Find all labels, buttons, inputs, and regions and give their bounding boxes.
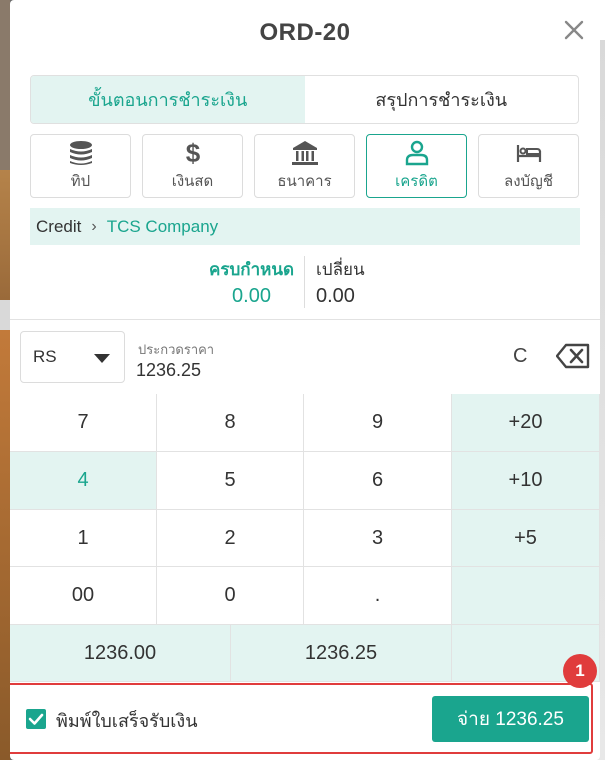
key-plus-20[interactable]: +20	[452, 394, 600, 452]
key-4[interactable]: 4	[10, 452, 157, 510]
payment-modal: ORD-20 ขั้นตอนการชำระเงิน สรุปการชำระเงิ…	[10, 0, 600, 760]
key-3[interactable]: 3	[304, 510, 452, 567]
method-room-charge-button[interactable]: ลงบัญชี	[478, 134, 579, 198]
method-bank-button[interactable]: ธนาคาร	[254, 134, 355, 198]
print-receipt-label[interactable]: พิมพ์ใบเสร็จรับเงิน	[56, 706, 198, 735]
payment-methods: ทิป $ เงินสด ธนาคาร เครดิต ลงบัญชี	[30, 134, 579, 198]
breadcrumb-root[interactable]: Credit	[36, 217, 81, 237]
due-label: ครบกำหนด	[209, 260, 294, 279]
bank-icon	[291, 141, 318, 165]
key-2[interactable]: 2	[157, 510, 304, 567]
method-bank-label: ธนาคาร	[277, 173, 332, 190]
tab-payment-steps[interactable]: ขั้นตอนการชำระเงิน	[31, 76, 305, 123]
method-cash-button[interactable]: $ เงินสด	[142, 134, 243, 198]
breadcrumb: Credit › TCS Company	[30, 208, 580, 245]
due-block: ครบกำหนด 0.00	[209, 256, 294, 308]
currency-value: RS	[33, 347, 57, 366]
order-title: ORD-20	[259, 19, 351, 46]
key-plus-5[interactable]: +5	[452, 510, 600, 567]
change-label: เปลี่ยน	[316, 260, 365, 279]
due-value: 0.00	[232, 285, 271, 307]
dollar-icon: $	[185, 139, 200, 167]
change-block: เปลี่ยน 0.00	[316, 256, 365, 308]
key-empty	[452, 567, 600, 625]
key-decimal[interactable]: .	[304, 567, 452, 625]
key-6[interactable]: 6	[304, 452, 452, 510]
totals-panel: ครบกำหนด 0.00 เปลี่ยน 0.00	[10, 256, 600, 312]
method-credit-label: เครดิต	[395, 173, 438, 190]
quick-amount-button[interactable]: 1236.25	[231, 625, 452, 682]
method-tip-label: ทิป	[70, 173, 91, 190]
breadcrumb-company: TCS Company	[106, 216, 219, 236]
key-1[interactable]: 1	[10, 510, 157, 567]
clear-button[interactable]: C	[513, 345, 527, 368]
backspace-icon[interactable]	[556, 343, 590, 369]
annotation-badge: 1	[563, 654, 597, 688]
close-icon[interactable]	[562, 18, 586, 42]
pay-button[interactable]: จ่าย 1236.25	[432, 696, 589, 742]
background-left	[0, 0, 10, 760]
change-value: 0.00	[316, 285, 355, 307]
method-tip-button[interactable]: ทิป	[30, 134, 131, 198]
modal-footer: พิมพ์ใบเสร็จรับเงิน จ่าย 1236.25	[10, 682, 600, 760]
modal-header: ORD-20	[10, 0, 600, 66]
key-0[interactable]: 0	[157, 567, 304, 625]
method-cash-label: เงินสด	[171, 173, 214, 190]
amount-input[interactable]: 1236.25	[136, 360, 201, 381]
key-9[interactable]: 9	[304, 394, 452, 452]
key-00[interactable]: 00	[10, 567, 157, 625]
check-icon	[28, 713, 44, 725]
section-divider	[10, 319, 600, 320]
print-receipt-checkbox[interactable]	[26, 709, 46, 729]
currency-select[interactable]: RS	[20, 331, 125, 383]
totals-divider	[304, 256, 305, 308]
key-5[interactable]: 5	[157, 452, 304, 510]
chevron-right-icon: ›	[91, 217, 97, 235]
user-icon	[405, 140, 428, 166]
key-plus-10[interactable]: +10	[452, 452, 600, 510]
tab-payment-summary[interactable]: สรุปการชำระเงิน	[305, 76, 579, 123]
amount-label: ประกวดราคา	[138, 342, 215, 357]
quick-amount-button[interactable]: 1236.00	[10, 625, 231, 682]
key-7[interactable]: 7	[10, 394, 157, 452]
key-8[interactable]: 8	[157, 394, 304, 452]
caret-down-icon	[94, 354, 110, 363]
coins-icon	[69, 141, 92, 165]
bed-icon	[516, 145, 541, 162]
svg-text:$: $	[185, 139, 200, 167]
payment-tabs: ขั้นตอนการชำระเงิน สรุปการชำระเงิน	[30, 75, 579, 124]
method-credit-button[interactable]: เครดิต	[366, 134, 467, 198]
method-room-charge-label: ลงบัญชี	[504, 173, 553, 190]
